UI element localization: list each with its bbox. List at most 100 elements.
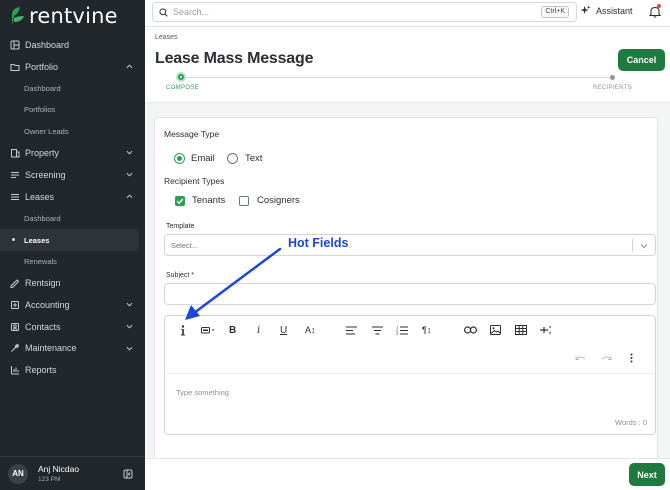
chevron-down-icon[interactable] xyxy=(126,345,133,352)
sidebar-item-contacts[interactable]: Contacts xyxy=(0,316,145,338)
editor-placeholder[interactable]: Type something xyxy=(176,388,229,397)
sidebar-item-leases[interactable]: Leases xyxy=(0,186,145,208)
text-size-icon[interactable]: A↕ xyxy=(305,324,316,336)
message-editor[interactable]: B i U A↕ 123 ¶↕ Type something Words : 0 xyxy=(164,315,656,435)
wrench-icon xyxy=(10,343,20,353)
search-shortcut-badge: Ctrl+K xyxy=(541,6,569,18)
more-options-icon[interactable] xyxy=(630,352,633,364)
align-center-icon[interactable] xyxy=(372,324,383,336)
checkmark-icon xyxy=(176,198,184,205)
horizontal-rule-icon[interactable] xyxy=(540,324,552,336)
sidebar-item-screening[interactable]: Screening xyxy=(0,164,145,186)
underline-icon[interactable]: U xyxy=(280,324,287,336)
sidebar-subitem-renewals[interactable]: Renewals xyxy=(0,251,145,273)
sidebar-item-label: Reports xyxy=(25,365,57,376)
sidebar-item-portfolio[interactable]: Portfolio xyxy=(0,56,145,78)
chevron-up-icon[interactable] xyxy=(126,193,133,200)
hot-fields-icon[interactable] xyxy=(180,324,186,336)
top-bar: Ctrl+K Assistant xyxy=(145,0,670,27)
breadcrumb[interactable]: Leases xyxy=(155,34,178,41)
word-count: Words : 0 xyxy=(615,418,647,427)
screening-icon xyxy=(10,170,20,180)
collapse-sidebar-icon[interactable] xyxy=(123,469,133,479)
annotation-arrow-icon xyxy=(185,247,282,320)
redo-icon[interactable] xyxy=(601,353,612,365)
message-type-label: Message Type xyxy=(164,129,220,139)
chart-icon xyxy=(10,365,20,375)
cancel-button[interactable]: Cancel xyxy=(618,49,665,71)
link-icon[interactable] xyxy=(464,324,477,336)
numbered-list-icon[interactable]: 123 xyxy=(396,324,408,336)
svg-text:3: 3 xyxy=(396,332,398,335)
user-company: 123 PM xyxy=(38,476,61,483)
paragraph-icon[interactable]: ¶↕ xyxy=(422,324,431,336)
rentvine-logo[interactable]: rentvine xyxy=(10,4,118,28)
sidebar-item-label: Screening xyxy=(25,169,66,180)
brand-name: rentvine xyxy=(29,4,118,28)
radio-email[interactable] xyxy=(174,153,185,164)
user-name: Anj Nicdao xyxy=(38,464,80,474)
global-search[interactable]: Ctrl+K xyxy=(152,2,577,22)
sidebar-subitem-portfolios[interactable]: Portfolios xyxy=(0,99,145,121)
stepper-track xyxy=(181,77,613,78)
checkbox-cosigners-label[interactable]: Cosigners xyxy=(257,195,300,206)
page-title: Lease Mass Message xyxy=(155,50,314,67)
next-button[interactable]: Next xyxy=(629,463,665,486)
sidebar-subitem-leases[interactable]: Leases xyxy=(0,229,139,251)
sidebar-subitem-portfolio-dashboard[interactable]: Dashboard xyxy=(0,77,145,99)
radio-text-label[interactable]: Text xyxy=(245,153,262,164)
italic-icon[interactable]: i xyxy=(257,324,260,336)
chevron-down-icon[interactable] xyxy=(126,323,133,330)
sidebar-subitem-owner-leads[interactable]: Owner Leads xyxy=(0,121,145,143)
user-info: Anj Nicdao 123 PM xyxy=(38,464,79,483)
insert-field-dropdown-icon[interactable] xyxy=(201,324,215,336)
sidebar-item-maintenance[interactable]: Maintenance xyxy=(0,338,145,360)
checkbox-cosigners[interactable] xyxy=(239,196,249,206)
notifications-button[interactable] xyxy=(648,4,662,18)
image-icon[interactable] xyxy=(490,324,501,336)
sidebar-item-property[interactable]: Property xyxy=(0,142,145,164)
select-divider xyxy=(632,239,633,252)
lease-icon xyxy=(10,192,20,202)
align-left-icon[interactable] xyxy=(346,324,357,336)
step-compose-label: COMPOSE xyxy=(166,85,199,91)
sidebar-item-dashboard[interactable]: Dashboard xyxy=(0,34,145,56)
contacts-icon xyxy=(10,322,20,332)
checkbox-tenants[interactable] xyxy=(175,196,185,206)
assistant-button[interactable]: Assistant xyxy=(580,5,633,16)
hot-fields-annotation: Hot Fields xyxy=(288,236,349,250)
step-recipients-label: RECIPIENTS xyxy=(593,85,633,91)
chevron-down-icon[interactable] xyxy=(126,171,133,178)
user-profile[interactable]: AN Anj Nicdao 123 PM xyxy=(0,456,145,490)
sparkle-icon xyxy=(580,5,591,15)
bold-icon[interactable]: B xyxy=(229,324,236,336)
sidebar-item-reports[interactable]: Reports xyxy=(0,359,145,381)
radio-email-label[interactable]: Email xyxy=(191,153,215,164)
step-recipients-dot[interactable] xyxy=(610,75,615,80)
page-header: Leases Lease Mass Message Cancel COMPOSE… xyxy=(145,27,670,103)
sidebar-item-label: Portfolio xyxy=(25,61,59,72)
dashboard-icon xyxy=(10,40,20,50)
sidebar-item-label: Property xyxy=(25,148,60,159)
chevron-up-icon[interactable] xyxy=(126,63,133,70)
building-icon xyxy=(10,148,20,158)
recipient-types-label: Recipient Types xyxy=(164,176,225,186)
sidebar-item-label: Leases xyxy=(25,191,55,202)
step-compose-dot[interactable] xyxy=(176,72,186,82)
sidebar: rentvine Dashboard Portfolio Dashboard P… xyxy=(0,0,145,490)
sidebar-nav: Dashboard Portfolio Dashboard Portfolios… xyxy=(0,34,145,381)
checkbox-tenants-label[interactable]: Tenants xyxy=(192,195,225,206)
chevron-down-icon[interactable] xyxy=(640,242,648,250)
chevron-down-icon[interactable] xyxy=(126,149,133,156)
sidebar-item-accounting[interactable]: Accounting xyxy=(0,294,145,316)
radio-text[interactable] xyxy=(227,153,238,164)
sidebar-subitem-leases-dashboard[interactable]: Dashboard xyxy=(0,208,145,230)
table-icon[interactable] xyxy=(515,324,527,336)
undo-icon[interactable] xyxy=(575,353,586,365)
sidebar-item-rentsign[interactable]: Rentsign xyxy=(0,273,145,295)
sidebar-item-label: Dashboard xyxy=(25,39,70,50)
footer-bar: Next xyxy=(145,458,670,490)
chevron-down-icon[interactable] xyxy=(126,301,133,308)
editor-divider xyxy=(165,373,655,374)
search-input[interactable] xyxy=(173,7,513,17)
